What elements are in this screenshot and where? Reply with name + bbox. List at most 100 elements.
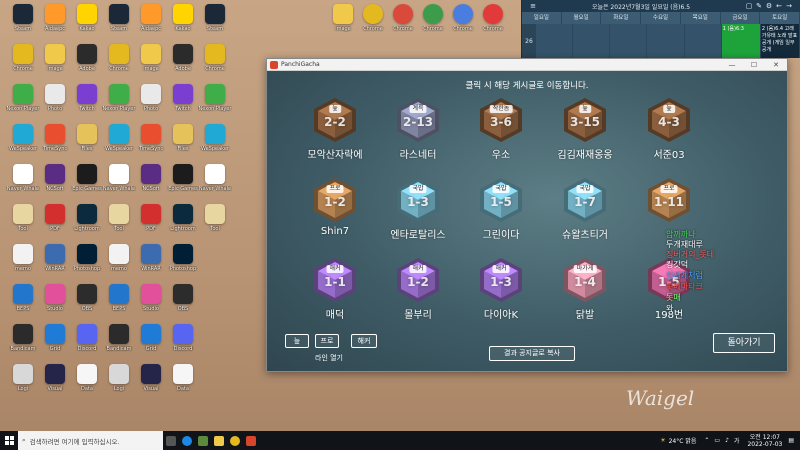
task-view-icon[interactable] (163, 431, 179, 450)
desktop-icon[interactable]: Bandicam (6, 324, 40, 352)
taskbar-clock[interactable]: 오전 12:07 2022-07-03 (741, 434, 788, 448)
desktop-icon[interactable]: Logi (102, 364, 136, 392)
minecraft-icon[interactable] (195, 431, 211, 450)
desktop-icon[interactable]: Naver Whale (6, 164, 40, 192)
desktop-icon[interactable]: Nexon Player (102, 84, 136, 112)
tier-item[interactable]: 늪 3-15 김김재재옹옹 (543, 97, 627, 161)
desktop-icon[interactable]: OBS (70, 284, 104, 312)
desktop-icon[interactable]: Lightroom (166, 204, 200, 232)
calendar-cell-today[interactable]: 1 (음)6.3 (721, 24, 761, 58)
desktop-icon[interactable]: Chrome (6, 44, 40, 72)
desktop-icon[interactable]: Studio (134, 284, 168, 312)
desktop-icon[interactable]: Photoshop (166, 244, 200, 272)
desktop-icon[interactable]: Adobe (70, 44, 104, 72)
edge-icon[interactable] (179, 431, 195, 450)
desktop-icon[interactable]: PDF (38, 204, 72, 232)
desktop-icon[interactable]: Aidaepc (38, 4, 72, 32)
desktop-icon[interactable]: NCSoft (38, 164, 72, 192)
desktop-icon[interactable]: Bandicam (102, 324, 136, 352)
desktop-icon[interactable]: Steam (102, 4, 136, 32)
tier-item[interactable]: 착한놈 3-6 우소 (459, 97, 543, 161)
desktop-icon[interactable]: Kakao (166, 4, 200, 32)
filter-button-pro[interactable]: 프로 (315, 334, 339, 348)
desktop-icon[interactable]: Discord (70, 324, 104, 352)
network-icon[interactable]: ▭ (714, 437, 720, 444)
desktop-icon[interactable]: BEPS (102, 284, 136, 312)
taskbar-search-box[interactable]: ⌕ 검색하려면 여기에 입력하십시오. (18, 431, 163, 450)
desktop-icon[interactable]: NCSoft (134, 164, 168, 192)
desktop-icon[interactable]: memo (102, 244, 136, 272)
weather-icon[interactable]: ☀ (660, 437, 665, 444)
tier-item[interactable]: 마가게 1-4 닭발 (543, 257, 627, 321)
calendar-menu-icon[interactable]: ≡ (528, 2, 538, 10)
calendar-cell[interactable] (573, 24, 611, 58)
desktop-icon[interactable]: Photo (38, 84, 72, 112)
desktop-icon[interactable]: WeSpeaker (102, 124, 136, 152)
desktop-icon-chrome-a[interactable]: Chrome (356, 4, 390, 32)
calendar-edit-icon[interactable]: ✎ (754, 2, 764, 10)
desktop-icon[interactable]: Grid (38, 324, 72, 352)
desktop-icon[interactable]: TimeSync (134, 124, 168, 152)
desktop-icon[interactable]: Logi (6, 364, 40, 392)
desktop-icon[interactable]: Aidaepc (134, 4, 168, 32)
calendar-widget[interactable]: ≡ 오늘은 2022년7월3일 일요일 (음)6.5 ▢ ✎ ⚙ ← → 일요일… (521, 0, 800, 58)
desktop-icon[interactable]: Naver Whale (102, 164, 136, 192)
tier-item[interactable]: 국밥 1-3 엔타로탈리스 (376, 177, 460, 241)
desktop-icon-chrome-d[interactable]: Chrome (446, 4, 480, 32)
calendar-cell[interactable] (536, 24, 574, 58)
desktop-icon[interactable]: WinRAR (134, 244, 168, 272)
desktop-icon-chrome-c[interactable]: Chrome (416, 4, 450, 32)
desktop-icon[interactable]: memo (6, 244, 40, 272)
desktop-icon[interactable]: Visual (38, 364, 72, 392)
tier-item[interactable]: 해커 1-1 매덕 (293, 257, 377, 321)
desktop-icon[interactable]: PDF (134, 204, 168, 232)
calendar-cell-next[interactable]: 2 (음)6.4 고래가유태 노래 발표 공개 (게임 일부 공개 (760, 24, 800, 58)
filter-button-hacker[interactable]: 해커 (351, 334, 377, 348)
calendar-cell[interactable] (684, 24, 722, 58)
desktop-icon-chrome-e[interactable]: Chrome (476, 4, 510, 32)
close-button[interactable]: ✕ (765, 61, 787, 69)
copy-result-button[interactable]: 결과 공지글로 복사 (489, 346, 575, 361)
desktop-icon[interactable]: Studio (38, 284, 72, 312)
desktop-icon[interactable]: Steam (6, 4, 40, 32)
calendar-next-icon[interactable]: → (784, 2, 794, 10)
tier-item[interactable]: 계륵 2-13 라스네터 (376, 97, 460, 161)
desktop-icon-folder[interactable]: image (326, 4, 360, 32)
desktop-icon[interactable]: Photo (134, 84, 168, 112)
desktop-icon[interactable]: Files (166, 124, 200, 152)
desktop-icon[interactable]: Chrome (198, 44, 232, 72)
start-button[interactable] (0, 431, 18, 450)
desktop-icon[interactable]: Steam (198, 4, 232, 32)
tier-item[interactable]: 프로 1-11 (627, 177, 711, 226)
tier-item[interactable]: 해커 1-2 몰부리 (376, 257, 460, 321)
calendar-today-icon[interactable]: ▢ (744, 2, 754, 10)
desktop-icon[interactable]: WeSpeaker (6, 124, 40, 152)
desktop-icon[interactable]: image (134, 44, 168, 72)
calendar-cell[interactable] (610, 24, 648, 58)
desktop-icon[interactable]: TimeSync (38, 124, 72, 152)
tier-item[interactable]: 늪 2-2 모악산자락에 (293, 97, 377, 161)
tier-item[interactable]: 늪 4-3 서준03 (627, 97, 711, 161)
tier-item[interactable]: 해커 1-3 다이아K (459, 257, 543, 321)
desktop-icon[interactable]: Lightroom (70, 204, 104, 232)
filter-button-swamp[interactable]: 늪 (285, 334, 309, 348)
desktop-icon[interactable]: Grid (134, 324, 168, 352)
maximize-button[interactable]: ☐ (743, 61, 765, 69)
desktop-icon[interactable]: Tool (102, 204, 136, 232)
back-button[interactable]: 돌아가기 (713, 333, 775, 353)
desktop-icon[interactable]: BEPS (6, 284, 40, 312)
desktop-icon[interactable]: image (38, 44, 72, 72)
desktop-icon[interactable]: Epic Games (166, 164, 200, 192)
tier-item[interactable]: 프로 1-2 Shin7 (293, 177, 377, 237)
desktop-icon[interactable]: Twitch (166, 84, 200, 112)
desktop-icon[interactable]: OBS (166, 284, 200, 312)
weather-text[interactable]: 24°C 맑음 (669, 436, 697, 445)
desktop-icon-chrome-b[interactable]: Chrome (386, 4, 420, 32)
desktop-icon[interactable]: WeSpeaker (198, 124, 232, 152)
explorer-icon[interactable] (211, 431, 227, 450)
desktop-icon[interactable]: Adobe (166, 44, 200, 72)
calendar-settings-icon[interactable]: ⚙ (764, 2, 774, 10)
desktop-icon[interactable]: Epic Games (70, 164, 104, 192)
desktop-icon[interactable]: Files (70, 124, 104, 152)
desktop-icon[interactable]: Twitch (70, 84, 104, 112)
